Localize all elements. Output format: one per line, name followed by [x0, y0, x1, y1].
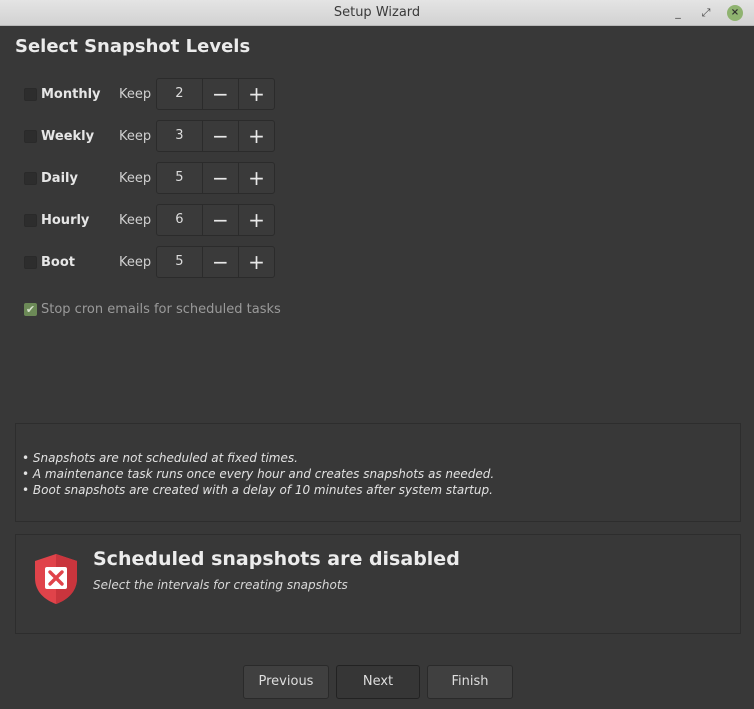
daily-decrement-button[interactable]: − — [203, 163, 239, 193]
hourly-increment-button[interactable]: + — [239, 205, 274, 235]
info-line: • A maintenance task runs once every hou… — [22, 467, 495, 481]
weekly-count-input[interactable]: 3 — [157, 121, 203, 151]
info-line: • Boot snapshots are created with a dela… — [22, 483, 493, 497]
boot-label: Boot — [41, 255, 75, 270]
minimize-icon[interactable]: _ — [670, 5, 686, 21]
daily-increment-button[interactable]: + — [239, 163, 274, 193]
boot-count-input[interactable]: 5 — [157, 247, 203, 277]
weekly-increment-button[interactable]: + — [239, 121, 274, 151]
hourly-count-input[interactable]: 6 — [157, 205, 203, 235]
weekly-decrement-button[interactable]: − — [203, 121, 239, 151]
monthly-label: Monthly — [41, 87, 101, 102]
monthly-spinner: 2 − + — [156, 78, 275, 110]
hourly-decrement-button[interactable]: − — [203, 205, 239, 235]
boot-checkbox[interactable] — [24, 256, 37, 269]
weekly-label: Weekly — [41, 129, 95, 144]
monthly-count-input[interactable]: 2 — [157, 79, 203, 109]
info-panel: • Snapshots are not scheduled at fixed t… — [15, 423, 741, 522]
close-icon[interactable]: × — [727, 5, 743, 21]
boot-increment-button[interactable]: + — [239, 247, 274, 277]
finish-button[interactable]: Finish — [427, 665, 513, 699]
hourly-label: Hourly — [41, 213, 90, 228]
weekly-checkbox[interactable] — [24, 130, 37, 143]
status-title: Scheduled snapshots are disabled — [93, 548, 460, 570]
info-line: • Snapshots are not scheduled at fixed t… — [22, 451, 298, 465]
status-panel: Scheduled snapshots are disabled Select … — [15, 534, 741, 634]
status-subtitle: Select the intervals for creating snapsh… — [93, 578, 348, 592]
hourly-checkbox[interactable] — [24, 214, 37, 227]
daily-label: Daily — [41, 171, 78, 186]
monthly-decrement-button[interactable]: − — [203, 79, 239, 109]
weekly-spinner: 3 − + — [156, 120, 275, 152]
daily-checkbox[interactable] — [24, 172, 37, 185]
daily-count-input[interactable]: 5 — [157, 163, 203, 193]
cron-label: Stop cron emails for scheduled tasks — [41, 302, 281, 317]
boot-keep-label: Keep — [119, 255, 152, 270]
cron-checkbox[interactable]: ✔ — [24, 303, 37, 316]
monthly-keep-label: Keep — [119, 87, 152, 102]
boot-spinner: 5 − + — [156, 246, 275, 278]
boot-decrement-button[interactable]: − — [203, 247, 239, 277]
previous-button[interactable]: Previous — [243, 665, 329, 699]
monthly-increment-button[interactable]: + — [239, 79, 274, 109]
window-title: Setup Wizard — [333, 5, 421, 20]
page-title: Select Snapshot Levels — [15, 36, 251, 57]
next-button[interactable]: Next — [336, 665, 420, 699]
weekly-keep-label: Keep — [119, 129, 152, 144]
daily-spinner: 5 − + — [156, 162, 275, 194]
shield-error-icon — [35, 554, 77, 604]
hourly-spinner: 6 − + — [156, 204, 275, 236]
window-titlebar: Setup Wizard _ ⤢ × — [0, 0, 754, 26]
daily-keep-label: Keep — [119, 171, 152, 186]
hourly-keep-label: Keep — [119, 213, 152, 228]
maximize-icon[interactable]: ⤢ — [698, 5, 714, 21]
monthly-checkbox[interactable] — [24, 88, 37, 101]
